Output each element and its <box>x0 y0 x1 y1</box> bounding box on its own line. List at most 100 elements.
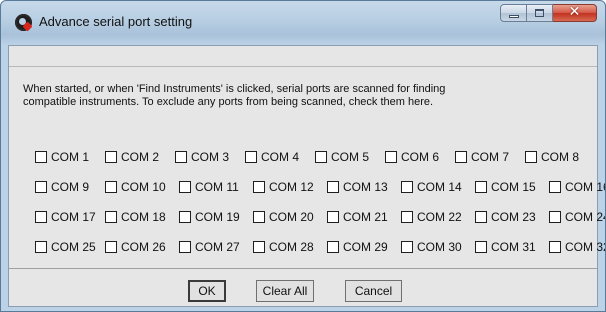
com-port-label: COM 6 <box>401 150 440 164</box>
instructions-text: When started, or when 'Find Instruments'… <box>23 83 446 108</box>
maximize-icon <box>535 9 544 17</box>
checkbox-box[interactable] <box>327 211 339 223</box>
checkbox-box[interactable] <box>105 211 117 223</box>
com-port-checkbox[interactable]: COM 21 <box>327 208 401 226</box>
com-port-checkbox[interactable]: COM 9 <box>35 178 105 196</box>
com-port-checkbox[interactable]: COM 10 <box>105 178 179 196</box>
com-port-label: COM 30 <box>417 240 462 254</box>
com-port-label: COM 10 <box>121 180 166 194</box>
port-row: COM 17 COM 18 COM 19 COM 20 COM 21 COM 22 COM … <box>35 208 606 226</box>
com-port-checkbox[interactable]: COM 24 <box>549 208 606 226</box>
com-port-checkbox[interactable]: COM 11 <box>179 178 253 196</box>
title-bar[interactable]: Advance serial port setting ✕ <box>1 1 605 45</box>
com-port-checkbox[interactable]: COM 5 <box>315 148 385 166</box>
com-port-label: COM 29 <box>343 240 388 254</box>
window-title: Advance serial port setting <box>39 14 193 29</box>
checkbox-box[interactable] <box>253 241 265 253</box>
com-port-checkbox[interactable]: COM 8 <box>525 148 595 166</box>
checkbox-box[interactable] <box>35 181 47 193</box>
com-port-label: COM 1 <box>51 150 90 164</box>
com-port-checkbox[interactable]: COM 2 <box>105 148 175 166</box>
com-port-checkbox[interactable]: COM 13 <box>327 178 401 196</box>
com-port-checkbox[interactable]: COM 19 <box>179 208 253 226</box>
com-port-checkbox[interactable]: COM 27 <box>179 238 253 256</box>
minimize-icon <box>509 15 519 18</box>
checkbox-box[interactable] <box>525 151 537 163</box>
checkbox-box[interactable] <box>475 211 487 223</box>
close-icon: ✕ <box>568 4 581 20</box>
com-port-checkbox[interactable]: COM 18 <box>105 208 179 226</box>
checkbox-box[interactable] <box>315 151 327 163</box>
com-port-label: COM 13 <box>343 180 388 194</box>
com-port-checkbox[interactable]: COM 30 <box>401 238 475 256</box>
com-port-label: COM 32 <box>565 240 606 254</box>
minimize-button[interactable] <box>500 4 527 22</box>
checkbox-box[interactable] <box>475 181 487 193</box>
com-port-label: COM 2 <box>121 150 160 164</box>
checkbox-box[interactable] <box>175 151 187 163</box>
com-port-label: COM 17 <box>51 210 96 224</box>
checkbox-box[interactable] <box>549 241 561 253</box>
com-port-label: COM 27 <box>195 240 240 254</box>
checkbox-box[interactable] <box>179 241 191 253</box>
maximize-button[interactable] <box>527 4 553 22</box>
com-port-checkbox[interactable]: COM 32 <box>549 238 606 256</box>
com-port-label: COM 31 <box>491 240 536 254</box>
com-port-label: COM 20 <box>269 210 314 224</box>
checkbox-box[interactable] <box>549 181 561 193</box>
checkbox-box[interactable] <box>401 211 413 223</box>
com-port-label: COM 7 <box>471 150 510 164</box>
com-port-checkbox[interactable]: COM 17 <box>35 208 105 226</box>
checkbox-box[interactable] <box>401 241 413 253</box>
port-row: COM 1 COM 2 COM 3 COM 4 COM 5 COM 6 COM 7 COM 8 <box>35 148 605 166</box>
com-port-checkbox[interactable]: COM 6 <box>385 148 455 166</box>
com-port-checkbox[interactable]: COM 29 <box>327 238 401 256</box>
com-port-label: COM 25 <box>51 240 96 254</box>
com-port-checkbox[interactable]: COM 20 <box>253 208 327 226</box>
checkbox-box[interactable] <box>327 181 339 193</box>
checkbox-box[interactable] <box>455 151 467 163</box>
com-port-checkbox[interactable]: COM 25 <box>35 238 105 256</box>
com-port-checkbox[interactable]: COM 4 <box>245 148 315 166</box>
checkbox-box[interactable] <box>245 151 257 163</box>
com-port-checkbox[interactable]: COM 28 <box>253 238 327 256</box>
com-port-label: COM 9 <box>51 180 90 194</box>
port-row: COM 25 COM 26 COM 27 COM 28 COM 29 COM 30 COM … <box>35 238 606 256</box>
cancel-button[interactable]: Cancel <box>345 280 402 302</box>
checkbox-box[interactable] <box>35 151 47 163</box>
checkbox-box[interactable] <box>385 151 397 163</box>
checkbox-box[interactable] <box>35 241 47 253</box>
com-port-checkbox[interactable]: COM 31 <box>475 238 549 256</box>
com-port-checkbox[interactable]: COM 15 <box>475 178 549 196</box>
checkbox-box[interactable] <box>327 241 339 253</box>
com-port-checkbox[interactable]: COM 14 <box>401 178 475 196</box>
clear-all-button[interactable]: Clear All <box>256 280 314 302</box>
ok-button[interactable]: OK <box>188 280 226 302</box>
checkbox-box[interactable] <box>105 151 117 163</box>
com-port-label: COM 24 <box>565 210 606 224</box>
com-port-checkbox[interactable]: COM 1 <box>35 148 105 166</box>
com-port-label: COM 14 <box>417 180 462 194</box>
com-port-checkbox[interactable]: COM 16 <box>549 178 605 196</box>
checkbox-box[interactable] <box>549 211 561 223</box>
com-port-label: COM 8 <box>541 150 580 164</box>
checkbox-box[interactable] <box>475 241 487 253</box>
com-port-grid: COM 1 COM 2 COM 3 COM 4 COM 5 COM 6 COM 7 COM 8… <box>35 148 606 268</box>
com-port-checkbox[interactable]: COM 22 <box>401 208 475 226</box>
checkbox-box[interactable] <box>253 181 265 193</box>
close-button[interactable]: ✕ <box>553 4 597 22</box>
footer-divider <box>9 268 597 269</box>
checkbox-box[interactable] <box>105 181 117 193</box>
com-port-checkbox[interactable]: COM 23 <box>475 208 549 226</box>
checkbox-box[interactable] <box>253 211 265 223</box>
com-port-checkbox[interactable]: COM 26 <box>105 238 179 256</box>
com-port-checkbox[interactable]: COM 7 <box>455 148 525 166</box>
checkbox-box[interactable] <box>179 181 191 193</box>
com-port-checkbox[interactable]: COM 12 <box>253 178 327 196</box>
checkbox-box[interactable] <box>35 211 47 223</box>
checkbox-box[interactable] <box>179 211 191 223</box>
checkbox-box[interactable] <box>401 181 413 193</box>
checkbox-box[interactable] <box>105 241 117 253</box>
com-port-checkbox[interactable]: COM 3 <box>175 148 245 166</box>
com-port-label: COM 19 <box>195 210 240 224</box>
